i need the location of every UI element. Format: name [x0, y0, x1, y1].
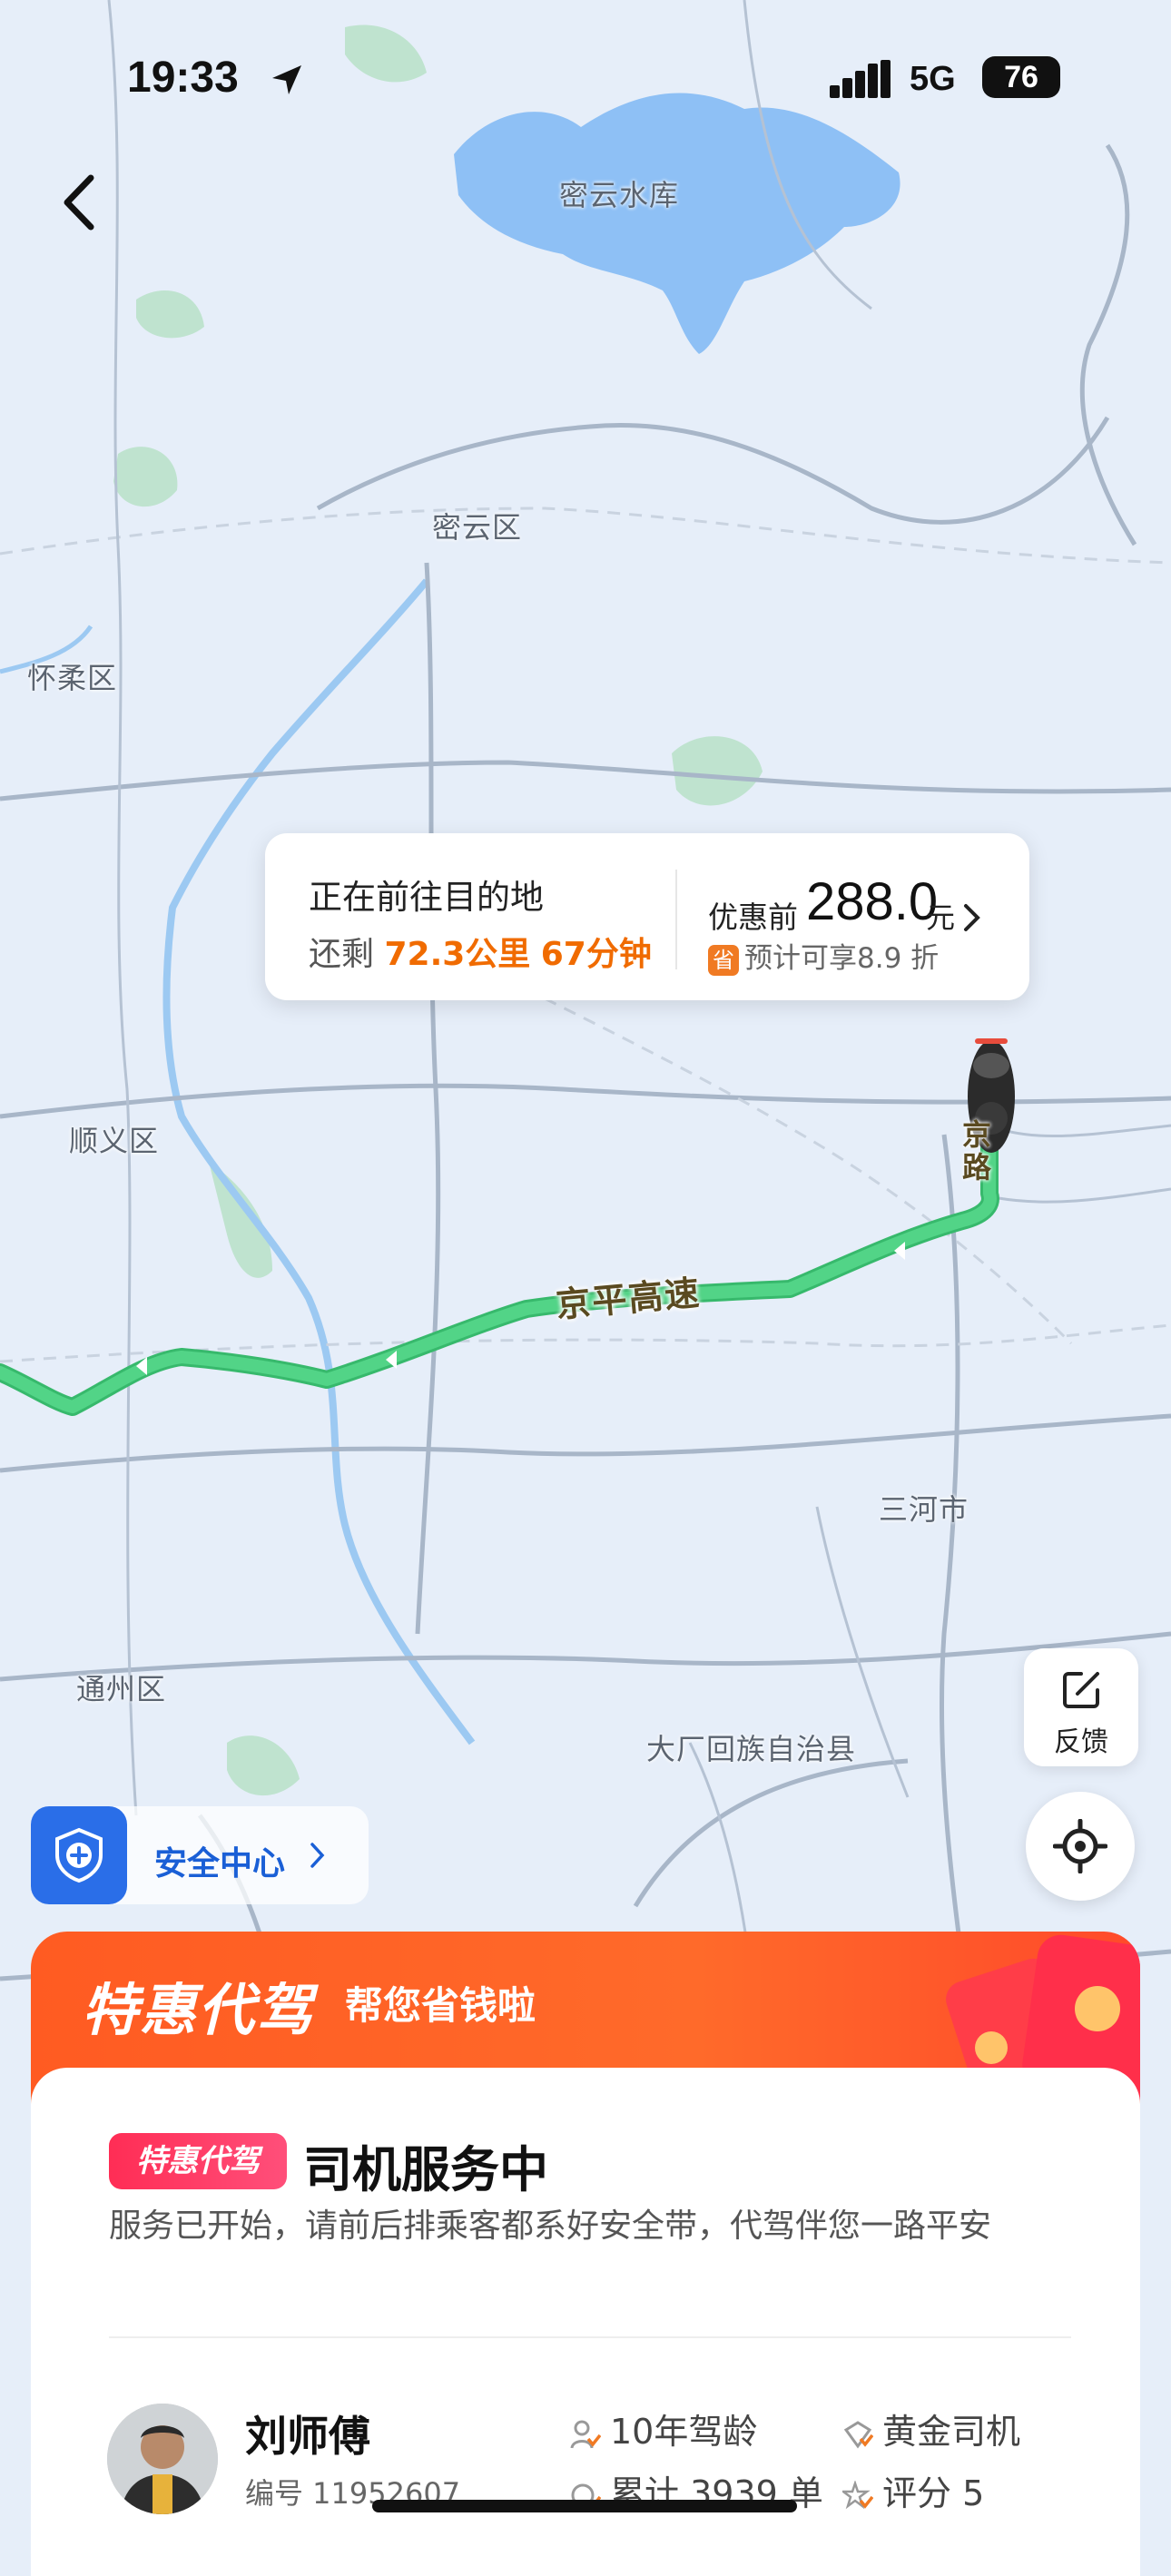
back-icon[interactable]: [54, 171, 109, 234]
chevron-right-icon: [310, 1843, 325, 1868]
map-label-miyun: 密云区: [432, 510, 523, 545]
service-tag: 特惠代驾: [109, 2133, 287, 2189]
price-unit: 元: [926, 900, 956, 935]
locate-button[interactable]: [1026, 1792, 1135, 1901]
signal-icon: [830, 60, 891, 98]
map-label-reservoir: 密云水库: [559, 178, 680, 212]
feedback-button[interactable]: 反馈: [1024, 1648, 1138, 1766]
map-label-dachang: 大厂回族自治县: [646, 1732, 857, 1766]
stat-text: 黄金司机: [882, 2412, 1021, 2452]
safety-center-label: 安全中心: [154, 1845, 286, 1883]
map-label-shunyi: 顺义区: [69, 1124, 160, 1158]
remain-duration: 67分钟: [540, 936, 652, 973]
safety-center-button[interactable]: 安全中心: [31, 1806, 369, 1904]
map-label-sanhe: 三河市: [879, 1492, 969, 1527]
coin-icon: [975, 2031, 1008, 2064]
map-label-road-side: 京 路: [962, 1117, 993, 1185]
card-divider: [675, 870, 677, 969]
promo-slogan: 帮您省钱啦: [345, 1983, 536, 2028]
price-prefix: 优惠前: [708, 900, 798, 935]
user-check-icon: [570, 2420, 601, 2448]
trip-info-card[interactable]: 正在前往目的地 还剩 72.3公里 67分钟 优惠前 288.0 元 省预计可享…: [265, 833, 1029, 1000]
status-time: 19:33: [127, 54, 239, 102]
price-value: 288.0: [806, 872, 939, 931]
home-indicator[interactable]: [372, 2500, 797, 2512]
trip-remaining: 还剩 72.3公里 67分钟: [309, 928, 652, 975]
gold-badge-icon: [843, 2420, 873, 2449]
stat-text: 10年驾龄: [610, 2412, 758, 2452]
network-type: 5G: [910, 60, 956, 98]
shield-plus-icon: [55, 1827, 103, 1883]
feedback-label: 反馈: [1054, 1726, 1108, 1758]
remain-distance: 72.3公里: [384, 936, 531, 973]
chevron-right-icon: [964, 904, 980, 931]
coin-icon: [1075, 1986, 1120, 2031]
map-label-huairou: 怀柔区: [27, 661, 118, 695]
save-badge-icon: 省: [708, 944, 739, 976]
discount-text: 预计可享8.9 折: [744, 942, 940, 975]
driver-stat-experience: 10年驾龄: [570, 2404, 757, 2453]
trip-status-text: 正在前往目的地: [309, 878, 544, 917]
edit-icon: [1063, 1672, 1099, 1708]
discount-info: 省预计可享8.9 折: [708, 935, 939, 976]
driver-name: 刘师傅: [245, 2412, 370, 2461]
location-arrow-icon: [272, 65, 301, 94]
remain-prefix: 还剩: [309, 936, 375, 973]
driver-avatar[interactable]: [107, 2404, 218, 2514]
map-label-tongzhou: 通州区: [76, 1672, 167, 1706]
driver-stat-rating: 评分 5: [842, 2465, 984, 2515]
stat-text: 评分 5: [882, 2473, 985, 2513]
service-description: 服务已开始，请前后排乘客都系好安全带，代驾伴您一路平安: [109, 2207, 992, 2245]
avatar-image: [107, 2404, 218, 2514]
locate-icon: [1053, 1819, 1107, 1873]
divider: [109, 2336, 1071, 2338]
driver-stat-level: 黄金司机: [842, 2404, 1020, 2453]
star-check-icon: [842, 2480, 873, 2509]
service-title: 司机服务中: [303, 2141, 548, 2198]
battery-indicator: 76: [982, 56, 1060, 98]
safety-icon-bg: [31, 1806, 127, 1904]
promo-brand: 特惠代驾: [82, 1977, 315, 2043]
